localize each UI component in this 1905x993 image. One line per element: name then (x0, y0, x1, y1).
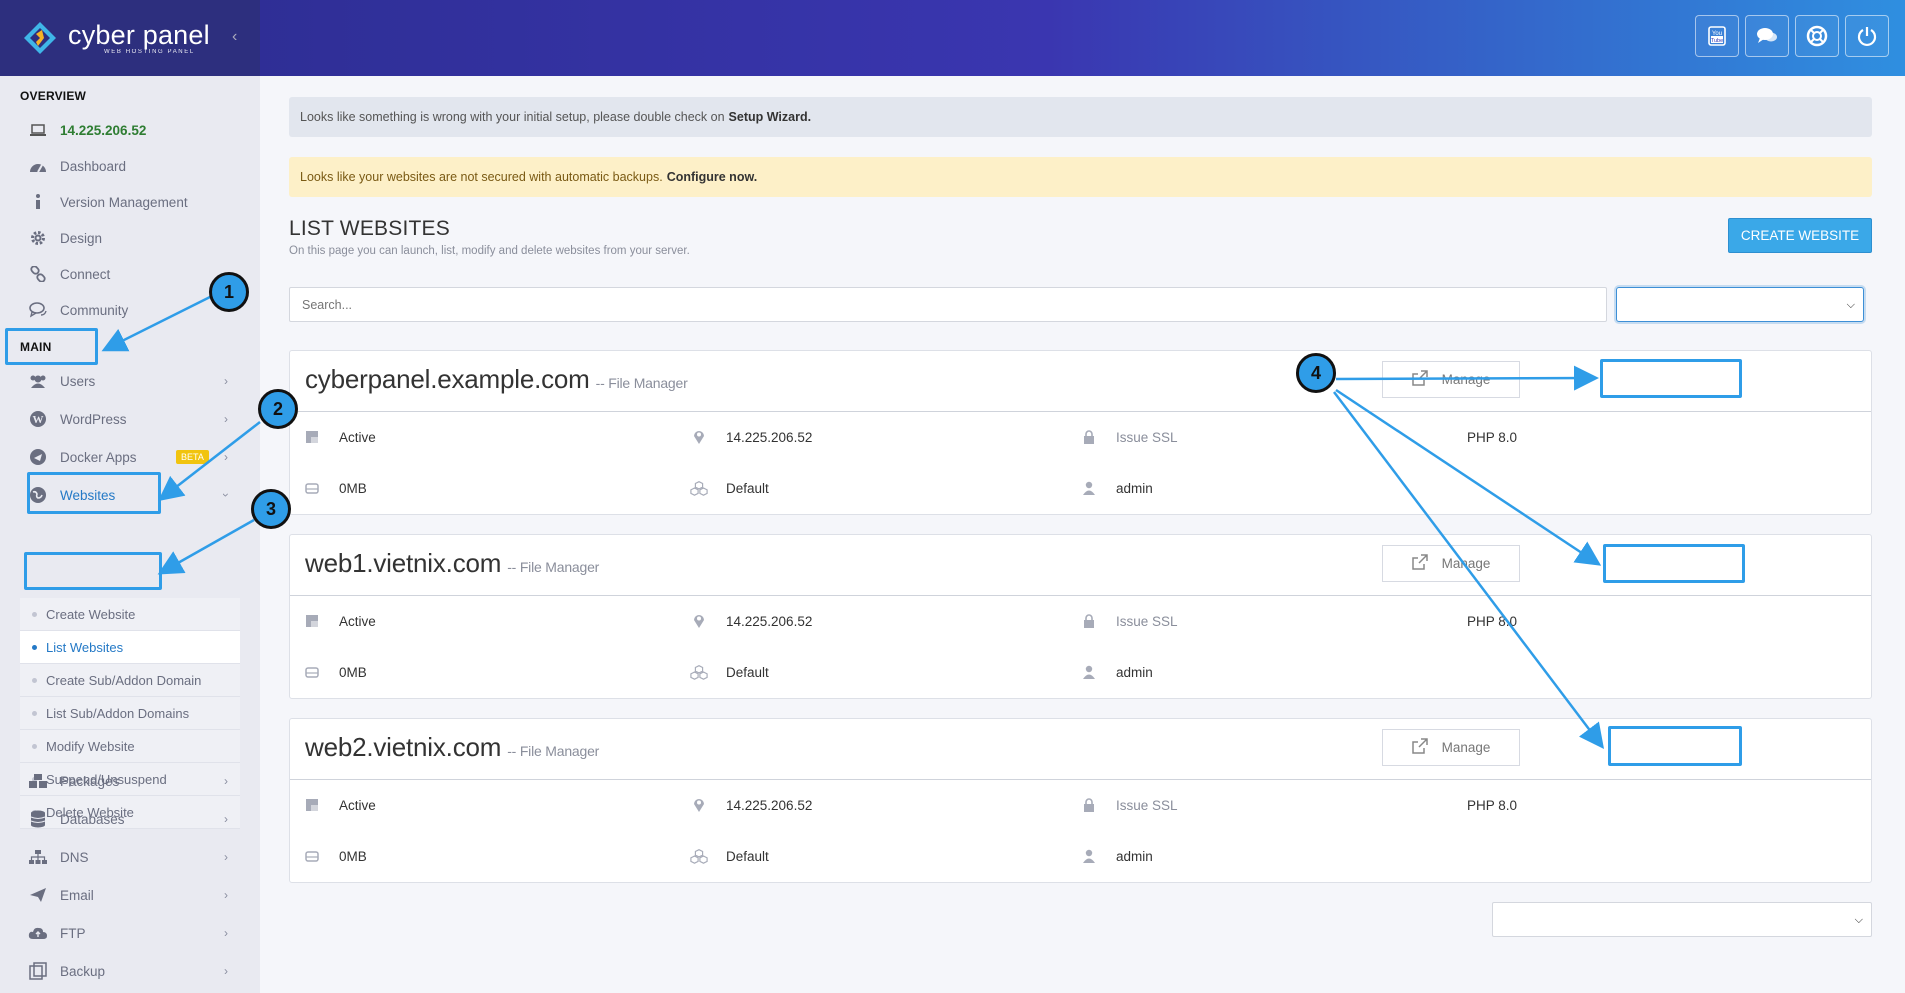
annotation-number-2: 2 (258, 389, 298, 429)
annotation-number-3: 3 (251, 489, 291, 529)
annotation-number-4: 4 (1296, 353, 1336, 393)
annotation-number-1: 1 (209, 272, 249, 312)
